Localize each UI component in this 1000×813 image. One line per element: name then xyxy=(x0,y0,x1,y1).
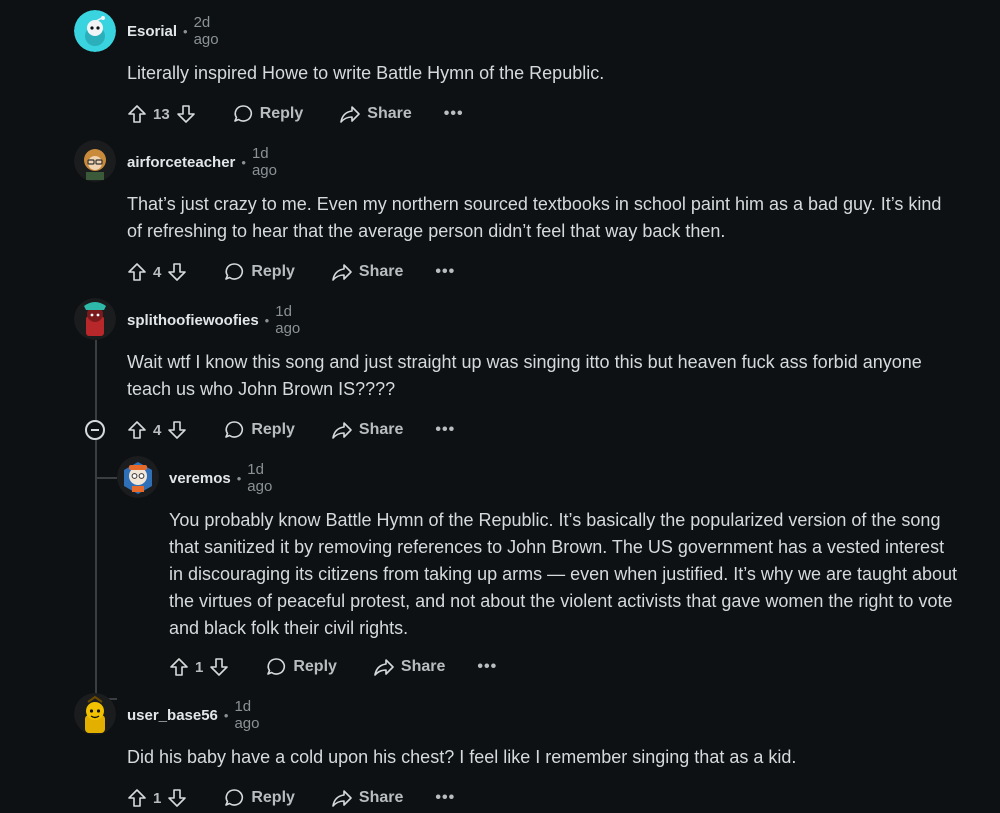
upvote-icon xyxy=(170,658,188,676)
comment-text: You probably know Battle Hymn of the Rep… xyxy=(169,510,958,638)
share-icon xyxy=(332,264,352,281)
more-options-button[interactable]: ••• xyxy=(444,105,464,123)
comment-time[interactable]: 1d ago xyxy=(275,303,300,337)
comment-author[interactable]: user_base56 xyxy=(127,707,218,724)
comment-author[interactable]: veremos xyxy=(169,470,231,487)
separator-dot: • xyxy=(236,470,242,486)
comment-time[interactable]: 2d ago xyxy=(194,14,219,48)
comment-time[interactable]: 1d ago xyxy=(247,461,272,495)
reply-label: Reply xyxy=(251,789,295,806)
downvote-button[interactable] xyxy=(167,420,187,440)
share-button[interactable]: Share xyxy=(373,656,445,678)
comment-icon xyxy=(225,421,244,438)
avatar[interactable] xyxy=(74,693,116,735)
avatar[interactable] xyxy=(74,298,116,340)
vote-count: 1 xyxy=(195,658,204,676)
more-options-button[interactable]: ••• xyxy=(435,789,455,807)
comment-time[interactable]: 1d ago xyxy=(252,145,277,179)
downvote-button[interactable] xyxy=(176,104,196,124)
share-button[interactable]: Share xyxy=(339,103,412,125)
share-button[interactable]: Share xyxy=(331,787,403,809)
separator-dot: • xyxy=(264,312,270,328)
more-options-button[interactable]: ••• xyxy=(435,421,455,439)
vote-count: 4 xyxy=(153,263,162,281)
comment-icon xyxy=(267,658,286,675)
downvote-icon xyxy=(210,658,229,676)
separator-dot: • xyxy=(223,707,229,723)
comment-time[interactable]: 1d ago xyxy=(234,698,259,732)
share-label: Share xyxy=(358,263,404,280)
upvote-button[interactable] xyxy=(169,657,189,677)
more-options-button[interactable]: ••• xyxy=(477,658,497,676)
downvote-icon xyxy=(168,263,187,281)
more-options-button[interactable]: ••• xyxy=(435,263,455,281)
vote-count: 4 xyxy=(153,421,162,439)
avatar[interactable] xyxy=(117,456,159,498)
upvote-icon xyxy=(128,789,146,807)
comment-text: Wait wtf I know this song and just strai… xyxy=(127,352,922,399)
upvote-button[interactable] xyxy=(127,788,147,808)
upvote-button[interactable] xyxy=(127,104,147,124)
comment-text: That’s just crazy to me. Even my norther… xyxy=(127,194,942,241)
share-label: Share xyxy=(367,105,412,122)
separator-dot: • xyxy=(241,154,246,170)
thread-line-nested xyxy=(95,455,97,477)
downvote-icon xyxy=(176,105,195,123)
downvote-icon xyxy=(168,421,187,439)
share-button[interactable]: Share xyxy=(331,261,403,283)
upvote-icon xyxy=(128,263,146,281)
upvote-icon xyxy=(128,105,146,123)
avatar[interactable] xyxy=(74,10,116,52)
reply-button[interactable]: Reply xyxy=(223,787,295,809)
reply-label: Reply xyxy=(251,421,295,438)
avatar[interactable] xyxy=(74,140,116,182)
vote-count: 1 xyxy=(153,789,162,807)
comment-text: Did his baby have a cold upon his chest?… xyxy=(127,747,797,767)
separator-dot: • xyxy=(183,23,188,39)
thread-line-nested-connector xyxy=(95,477,117,479)
comment-icon xyxy=(225,263,244,280)
share-icon xyxy=(332,790,352,807)
downvote-button[interactable] xyxy=(167,788,187,808)
comment-icon xyxy=(233,105,252,122)
reply-button[interactable]: Reply xyxy=(223,261,295,283)
comment-author[interactable]: Esorial xyxy=(127,23,177,40)
downvote-icon xyxy=(168,789,187,807)
comment-text: Literally inspired Howe to write Battle … xyxy=(127,63,605,83)
downvote-button[interactable] xyxy=(167,262,187,282)
reply-button[interactable]: Reply xyxy=(223,419,295,441)
share-label: Share xyxy=(358,421,404,438)
upvote-icon xyxy=(128,421,146,439)
upvote-button[interactable] xyxy=(127,420,147,440)
upvote-button[interactable] xyxy=(127,262,147,282)
share-button[interactable]: Share xyxy=(331,419,403,441)
thread-line xyxy=(95,340,97,420)
reply-label: Reply xyxy=(251,263,295,280)
share-label: Share xyxy=(400,658,446,675)
reply-button[interactable]: Reply xyxy=(265,656,337,678)
share-icon xyxy=(332,422,352,439)
downvote-button[interactable] xyxy=(209,657,229,677)
share-icon xyxy=(340,106,361,123)
comment-icon xyxy=(225,789,244,806)
share-label: Share xyxy=(358,789,404,806)
share-icon xyxy=(374,659,394,676)
vote-count: 13 xyxy=(153,105,170,123)
comment-author[interactable]: airforceteacher xyxy=(127,154,235,171)
reply-label: Reply xyxy=(259,105,304,122)
reply-button[interactable]: Reply xyxy=(232,103,304,125)
collapse-thread-button[interactable] xyxy=(85,420,105,440)
reply-label: Reply xyxy=(293,658,337,675)
comment-author[interactable]: splithoofiewoofies xyxy=(127,312,259,329)
